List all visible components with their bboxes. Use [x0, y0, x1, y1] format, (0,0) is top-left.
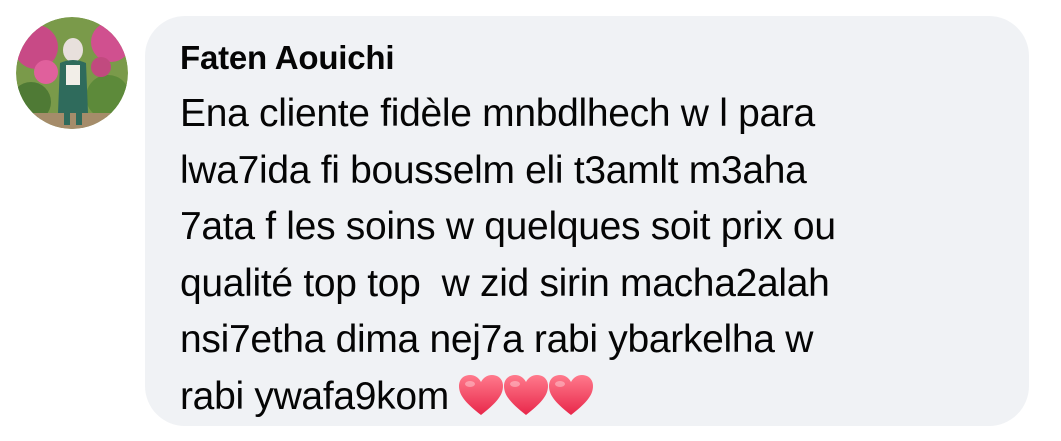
comment-author-name[interactable]: Faten Aouichi	[180, 38, 999, 78]
comment-line: qualité top top w zid sirin macha2alah	[180, 261, 830, 305]
comment-line: Ena cliente fidèle mnbdlhech w l para	[180, 92, 815, 135]
comment-line-text: rabi ywafa9kom	[180, 374, 449, 418]
heart-emoji-icon	[502, 373, 550, 417]
comment-text: Ena cliente fidèle mnbdlhech w l para lw…	[180, 86, 999, 433]
heart-emoji-icon	[547, 373, 595, 417]
comment-line: 7ata f les soins w quelques soit prix ou	[180, 205, 836, 248]
comment-line: lwa7ida fi bousselm eli t3amlt m3aha	[180, 148, 807, 192]
heart-emoji-icon	[457, 373, 505, 417]
avatar[interactable]	[16, 17, 128, 129]
comment-bubble: Faten Aouichi Ena cliente fidèle mnbdlhe…	[145, 16, 1029, 426]
emoji-group	[457, 373, 595, 434]
comment-line: nsi7etha dima nej7a rabi ybarkelha w	[180, 318, 814, 361]
avatar-photo	[16, 17, 128, 129]
comment-line-last: rabi ywafa9kom	[180, 369, 999, 434]
